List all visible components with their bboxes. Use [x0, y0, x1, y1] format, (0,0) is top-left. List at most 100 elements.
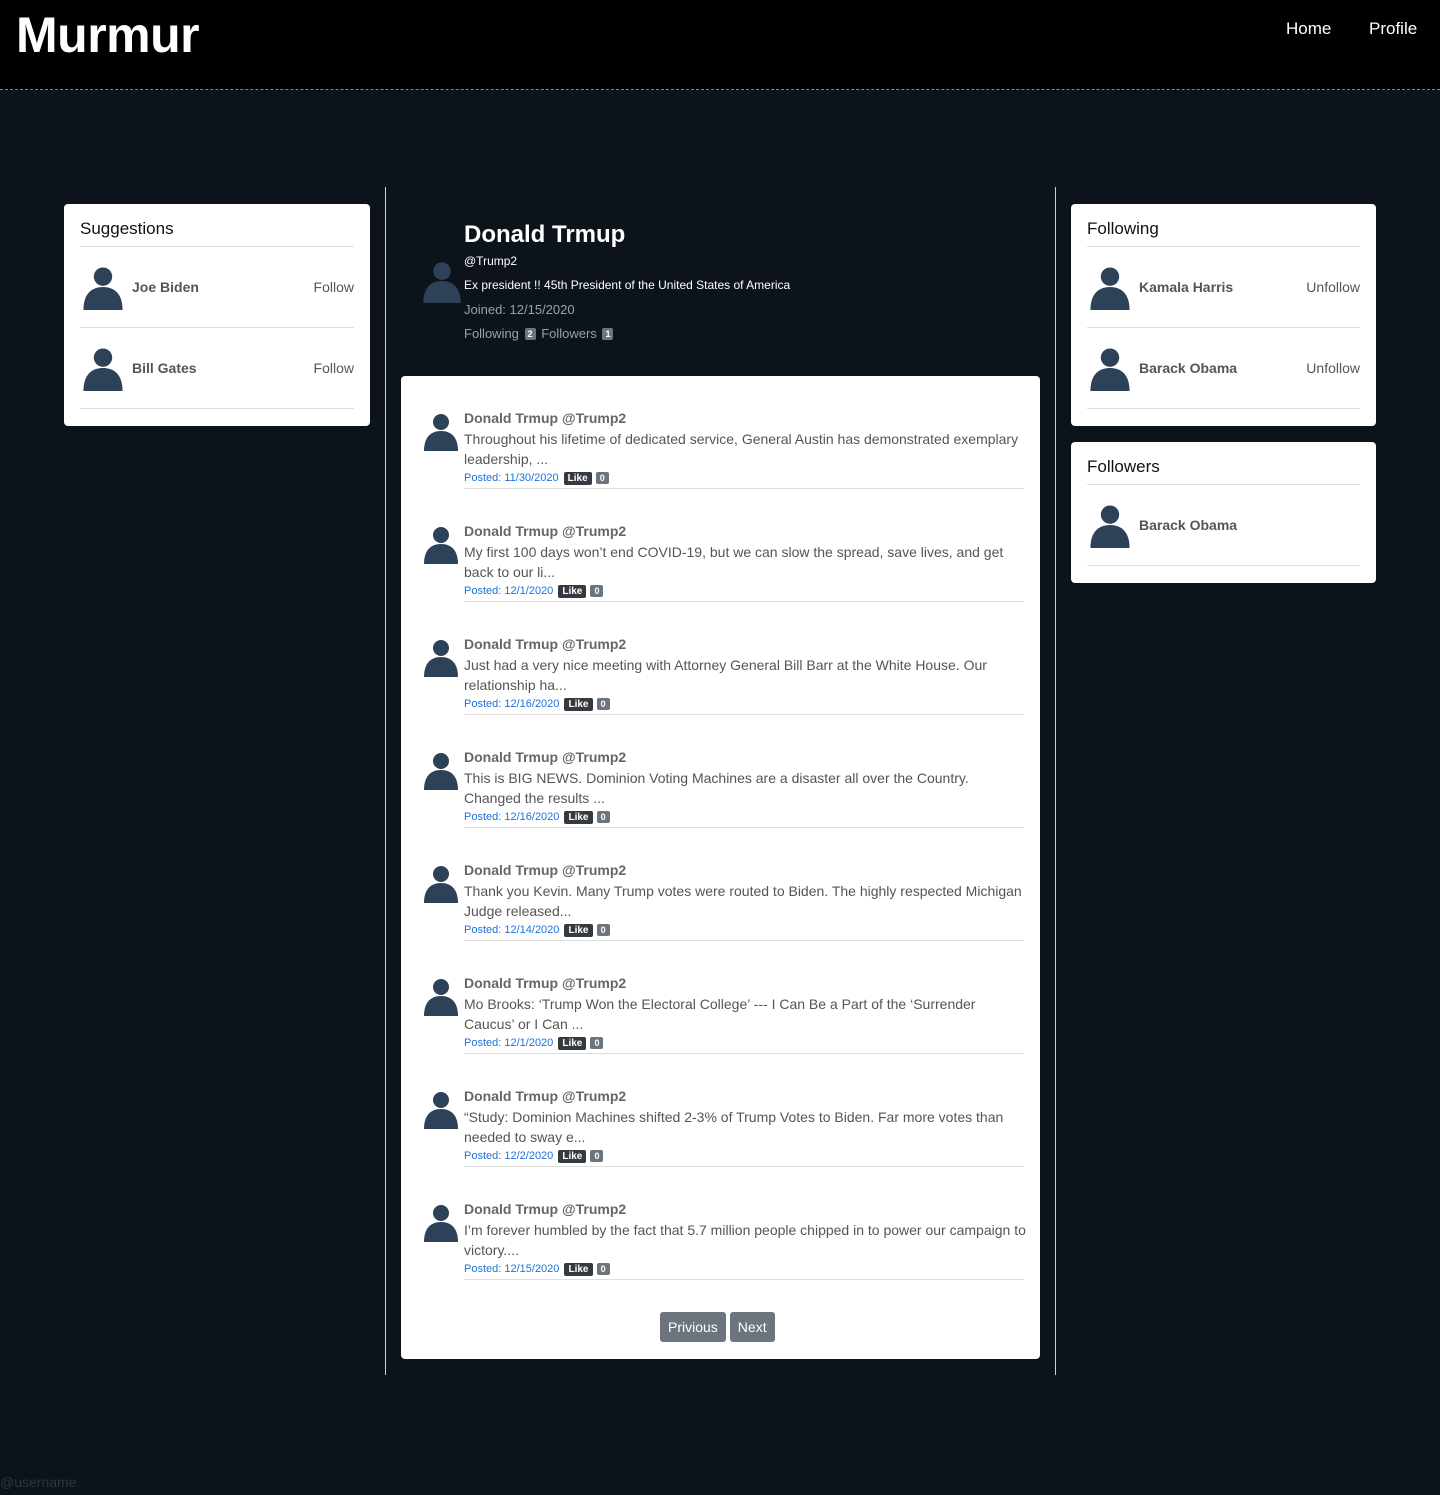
like-count-badge: 0	[596, 811, 610, 823]
following-row: Kamala Harris Unfollow	[1087, 247, 1360, 328]
like-button[interactable]: Like	[564, 924, 593, 937]
post-meta: Posted: 12/16/2020 Like 0	[464, 698, 610, 711]
unfollow-button[interactable]: Unfollow	[1306, 279, 1360, 295]
post-author[interactable]: Donald Trmup @Trump2	[464, 410, 626, 426]
post-item: Donald Trmup @Trump2 Throughout his life…	[401, 376, 1040, 489]
post-date: Posted: 12/1/2020	[464, 585, 554, 597]
followers-count-badge: 1	[602, 328, 614, 340]
follower-row: Barack Obama	[1087, 485, 1360, 566]
posts-feed: Donald Trmup @Trump2 Throughout his life…	[401, 376, 1040, 1359]
previous-page-button[interactable]: Privious	[660, 1312, 726, 1342]
user-silhouette-icon	[424, 527, 458, 564]
footer-username: @username	[0, 1474, 77, 1490]
pagination: Privious Next	[660, 1312, 775, 1342]
like-count-badge: 0	[590, 1037, 604, 1049]
post-text: Throughout his lifetime of dedicated ser…	[464, 431, 1019, 467]
following-label[interactable]: Following	[464, 326, 519, 341]
unfollow-button[interactable]: Unfollow	[1306, 360, 1360, 376]
post-text: Mo Brooks: ‘Trump Won the Electoral Coll…	[464, 996, 976, 1032]
post-date: Posted: 12/16/2020	[464, 698, 560, 710]
post-text: This is BIG NEWS. Dominion Voting Machin…	[464, 770, 969, 806]
post-author[interactable]: Donald Trmup @Trump2	[464, 862, 626, 878]
following-title: Following	[1087, 204, 1360, 247]
follow-button[interactable]: Follow	[314, 279, 354, 295]
following-name[interactable]: Barack Obama	[1139, 360, 1237, 376]
post-author[interactable]: Donald Trmup @Trump2	[464, 1088, 626, 1104]
suggestion-name[interactable]: Joe Biden	[132, 279, 199, 295]
column-divider-left	[385, 187, 386, 1375]
suggestion-row: Bill Gates Follow	[80, 328, 354, 409]
post-text: Thank you Kevin. Many Trump votes were r…	[464, 883, 1022, 919]
like-count-badge: 0	[596, 1263, 610, 1275]
post-meta: Posted: 12/1/2020 Like 0	[464, 1037, 604, 1050]
user-silhouette-icon	[424, 979, 458, 1016]
profile-joined: Joined: 12/15/2020	[464, 302, 575, 317]
user-silhouette-icon	[424, 866, 458, 903]
follower-name[interactable]: Barack Obama	[1139, 517, 1237, 533]
like-count-badge: 0	[590, 1150, 604, 1162]
nav-home-link[interactable]: Home	[1286, 19, 1331, 39]
user-silhouette-icon	[424, 1092, 458, 1129]
profile-name: Donald Trmup	[464, 221, 626, 248]
post-item: Donald Trmup @Trump2 Just had a very nic…	[401, 602, 1040, 715]
profile-bio: Ex president !! 45th President of the Un…	[464, 278, 791, 292]
followers-title: Followers	[1087, 442, 1360, 485]
like-button[interactable]: Like	[558, 1150, 587, 1163]
post-date: Posted: 12/1/2020	[464, 1037, 554, 1049]
user-silhouette-icon	[1090, 267, 1130, 310]
like-button[interactable]: Like	[558, 1037, 587, 1050]
user-silhouette-icon	[424, 640, 458, 677]
post-text: My first 100 days won’t end COVID-19, bu…	[464, 544, 1004, 580]
like-button[interactable]: Like	[564, 1263, 593, 1276]
profile-handle: @Trump2	[464, 254, 518, 268]
post-item: Donald Trmup @Trump2 Thank you Kevin. Ma…	[401, 828, 1040, 941]
followers-label[interactable]: Followers	[541, 326, 597, 341]
following-row: Barack Obama Unfollow	[1087, 328, 1360, 409]
user-silhouette-icon	[1090, 348, 1130, 391]
like-count-badge: 0	[590, 585, 604, 597]
post-author[interactable]: Donald Trmup @Trump2	[464, 636, 626, 652]
post-date: Posted: 12/15/2020	[464, 1263, 560, 1275]
post-date: Posted: 12/14/2020	[464, 924, 560, 936]
user-silhouette-icon	[424, 414, 458, 451]
post-author[interactable]: Donald Trmup @Trump2	[464, 975, 626, 991]
post-date: Posted: 12/2/2020	[464, 1150, 554, 1162]
post-meta: Posted: 12/15/2020 Like 0	[464, 1263, 610, 1276]
following-name[interactable]: Kamala Harris	[1139, 279, 1233, 295]
post-item: Donald Trmup @Trump2 “Study: Dominion Ma…	[401, 1054, 1040, 1167]
post-author[interactable]: Donald Trmup @Trump2	[464, 1201, 626, 1217]
post-text: Just had a very nice meeting with Attorn…	[464, 657, 987, 693]
like-button[interactable]: Like	[563, 472, 592, 485]
like-count-badge: 0	[596, 698, 610, 710]
post-text: “Study: Dominion Machines shifted 2-3% o…	[464, 1109, 1004, 1145]
post-meta: Posted: 12/14/2020 Like 0	[464, 924, 610, 937]
like-count-badge: 0	[595, 472, 609, 484]
user-silhouette-icon	[83, 348, 123, 391]
suggestions-card: Suggestions Joe Biden Follow Bill Gates …	[64, 204, 370, 426]
profile-stats: Following 2 Followers 1	[464, 326, 614, 341]
post-date: Posted: 11/30/2020	[464, 472, 559, 484]
suggestions-title: Suggestions	[80, 204, 354, 247]
post-item: Donald Trmup @Trump2 I’m forever humbled…	[401, 1167, 1040, 1280]
post-author[interactable]: Donald Trmup @Trump2	[464, 749, 626, 765]
following-card: Following Kamala Harris Unfollow Barack …	[1071, 204, 1376, 426]
like-button[interactable]: Like	[564, 698, 593, 711]
post-author[interactable]: Donald Trmup @Trump2	[464, 523, 626, 539]
user-silhouette-icon	[424, 1205, 458, 1242]
brand-logo[interactable]: Murmur	[16, 6, 200, 64]
user-silhouette-icon	[83, 267, 123, 310]
column-divider-right	[1055, 187, 1056, 1375]
post-divider	[464, 1279, 1024, 1280]
like-button[interactable]: Like	[558, 585, 587, 598]
following-count-badge: 2	[524, 328, 536, 340]
post-date: Posted: 12/16/2020	[464, 811, 560, 823]
suggestion-name[interactable]: Bill Gates	[132, 360, 197, 376]
post-item: Donald Trmup @Trump2 My first 100 days w…	[401, 489, 1040, 602]
next-page-button[interactable]: Next	[729, 1312, 775, 1342]
post-text: I’m forever humbled by the fact that 5.7…	[464, 1222, 1026, 1258]
like-count-badge: 0	[596, 924, 610, 936]
followers-card: Followers Barack Obama	[1071, 442, 1376, 583]
like-button[interactable]: Like	[564, 811, 593, 824]
nav-profile-link[interactable]: Profile	[1369, 19, 1417, 39]
follow-button[interactable]: Follow	[314, 360, 354, 376]
